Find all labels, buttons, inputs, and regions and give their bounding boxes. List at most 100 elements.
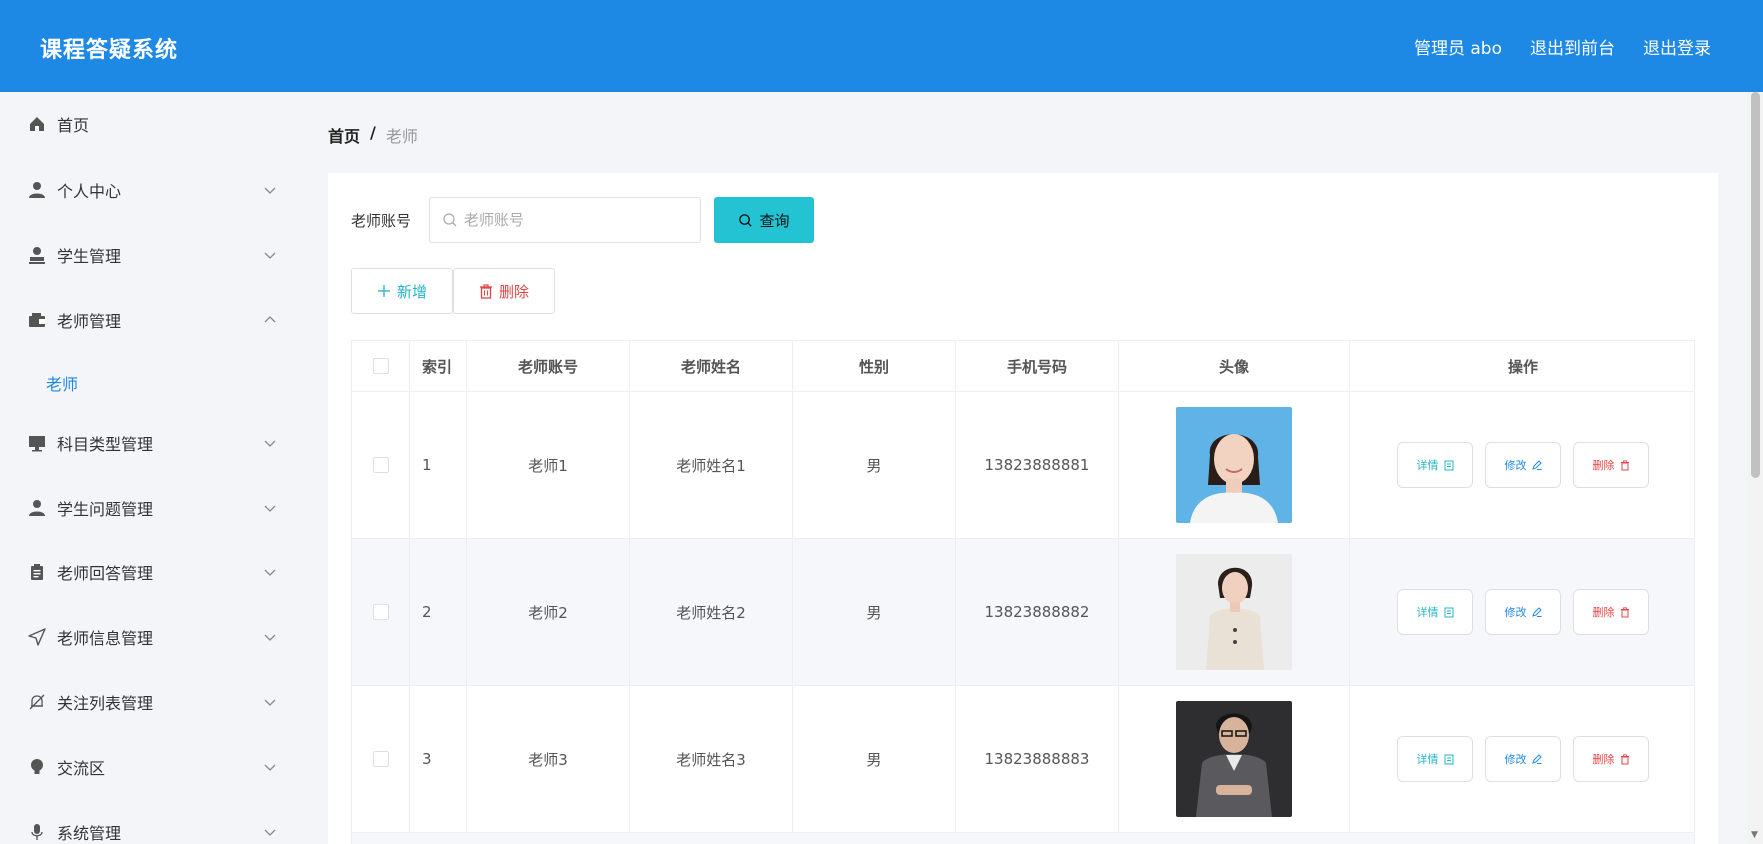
delete-button[interactable]: 删除 xyxy=(1573,442,1649,488)
sidebar-item-system[interactable]: 系统管理 xyxy=(0,812,300,844)
app-title: 课程答疑系统 xyxy=(40,38,179,63)
search-icon xyxy=(739,213,753,227)
edit-button[interactable]: 修改 xyxy=(1485,442,1561,488)
avatar xyxy=(1176,701,1292,817)
header-avatar: 头像 xyxy=(1119,341,1350,391)
chevron-up-icon xyxy=(264,316,276,323)
scroll-down-arrow-icon[interactable]: ▼ xyxy=(1751,830,1760,840)
sidebar-item-teacher-answers[interactable]: 老师回答管理 xyxy=(0,552,300,592)
chevron-down-icon xyxy=(264,569,276,576)
delete-button-label: 删除 xyxy=(1592,606,1615,619)
header-index: 索引 xyxy=(410,341,467,391)
sidebar-item-label: 老师信息管理 xyxy=(57,629,154,648)
avatar xyxy=(1176,554,1292,670)
chevron-down-icon xyxy=(264,764,276,771)
detail-button-label: 详情 xyxy=(1416,459,1439,472)
sidebar-item-follow-list[interactable]: 关注列表管理 xyxy=(0,682,300,722)
home-icon xyxy=(28,115,46,133)
row-sex: 男 xyxy=(793,539,956,685)
sidebar-item-teachers[interactable]: 老师管理 xyxy=(0,300,300,340)
sidebar-item-teacher-info[interactable]: 老师信息管理 xyxy=(0,617,300,657)
search-icon xyxy=(443,213,457,227)
microphone-icon xyxy=(28,823,46,841)
row-checkbox-cell xyxy=(352,539,410,685)
row-index: 2 xyxy=(410,539,467,685)
sidebar-item-label: 科目类型管理 xyxy=(57,435,154,454)
row-index: 3 xyxy=(410,686,467,832)
chevron-down-icon xyxy=(264,187,276,194)
edit-button[interactable]: 修改 xyxy=(1485,589,1561,635)
header-phone: 手机号码 xyxy=(956,341,1119,391)
trash-icon xyxy=(1620,606,1629,617)
sidebar-subitem-teacher[interactable]: 老师 xyxy=(46,371,78,395)
search-input-wrapper[interactable] xyxy=(429,197,701,243)
pencil-icon xyxy=(1531,460,1542,470)
breadcrumb-separator: / xyxy=(370,123,376,142)
add-button[interactable]: 新增 xyxy=(351,268,453,314)
chevron-down-icon xyxy=(264,634,276,641)
sidebar-item-forum[interactable]: 交流区 xyxy=(0,747,300,787)
delete-button[interactable]: 删除 xyxy=(1573,589,1649,635)
table-row: 1 老师1 老师姓名1 男 13823888881 详情 修改 删除 xyxy=(351,392,1695,539)
trash-icon xyxy=(1620,459,1629,470)
sidebar-item-label: 交流区 xyxy=(57,759,106,778)
row-account: 老师2 xyxy=(467,539,630,685)
row-checkbox[interactable] xyxy=(372,751,389,767)
sidebar-item-label: 个人中心 xyxy=(57,182,122,201)
exit-to-front-link[interactable]: 退出到前台 xyxy=(1530,34,1615,59)
batch-delete-button[interactable]: 删除 xyxy=(453,268,555,314)
header-nav: 管理员 abo 退出到前台 退出登录 xyxy=(1414,34,1711,59)
header-checkbox-cell xyxy=(352,341,410,391)
sidebar-item-student-questions[interactable]: 学生问题管理 xyxy=(0,488,300,528)
search-label: 老师账号 xyxy=(351,212,412,230)
chevron-down-icon xyxy=(264,699,276,706)
table-row xyxy=(351,833,1695,844)
sidebar-item-students[interactable]: 学生管理 xyxy=(0,235,300,275)
row-index: 1 xyxy=(410,392,467,538)
breadcrumb: 首页 / 老师 xyxy=(328,123,418,147)
query-button[interactable]: 查询 xyxy=(714,197,814,243)
row-checkbox[interactable] xyxy=(372,604,389,620)
sidebar-item-subject-types[interactable]: 科目类型管理 xyxy=(0,423,300,463)
chevron-down-icon xyxy=(264,505,276,512)
delete-button-label: 删除 xyxy=(1592,753,1615,766)
row-avatar-cell xyxy=(1119,392,1350,538)
logout-link[interactable]: 退出登录 xyxy=(1643,34,1711,59)
edit-button[interactable]: 修改 xyxy=(1485,736,1561,782)
row-sex: 男 xyxy=(793,686,956,832)
query-button-label: 查询 xyxy=(759,211,790,230)
user-icon xyxy=(28,499,46,517)
lightbulb-icon xyxy=(28,758,46,776)
sidebar-item-profile[interactable]: 个人中心 xyxy=(0,170,300,210)
row-avatar-cell xyxy=(1119,686,1350,832)
send-icon xyxy=(28,628,46,646)
row-account: 老师3 xyxy=(467,686,630,832)
detail-button[interactable]: 详情 xyxy=(1397,736,1473,782)
row-name: 老师姓名2 xyxy=(630,539,793,685)
breadcrumb-home[interactable]: 首页 xyxy=(328,123,360,147)
bell-off-icon xyxy=(28,693,46,711)
delete-button[interactable]: 删除 xyxy=(1573,736,1649,782)
detail-button[interactable]: 详情 xyxy=(1397,589,1473,635)
chevron-down-icon xyxy=(264,440,276,447)
scrollbar-thumb[interactable] xyxy=(1751,92,1760,478)
plus-icon xyxy=(377,285,390,297)
trash-icon xyxy=(1620,753,1629,764)
delete-button-label: 删除 xyxy=(1592,459,1615,472)
detail-button-label: 详情 xyxy=(1416,606,1439,619)
sidebar: 首页 个人中心 学生管理 老师管理 老师 科目类型管理 学生问题管理 老师回答管… xyxy=(0,92,300,844)
admin-user-link[interactable]: 管理员 abo xyxy=(1414,34,1502,59)
detail-button[interactable]: 详情 xyxy=(1397,442,1473,488)
row-name: 老师姓名1 xyxy=(630,392,793,538)
sidebar-item-home[interactable]: 首页 xyxy=(0,104,300,144)
batch-delete-button-label: 删除 xyxy=(498,282,529,301)
page-scrollbar[interactable]: ▼ xyxy=(1748,92,1763,844)
row-operations: 详情 修改 删除 xyxy=(1350,539,1696,685)
row-checkbox-cell xyxy=(352,392,410,538)
row-phone: 13823888883 xyxy=(956,686,1119,832)
search-input[interactable] xyxy=(464,211,684,229)
row-checkbox[interactable] xyxy=(372,457,389,473)
row-name: 老师姓名3 xyxy=(630,686,793,832)
row-sex: 男 xyxy=(793,392,956,538)
select-all-checkbox[interactable] xyxy=(372,358,389,374)
